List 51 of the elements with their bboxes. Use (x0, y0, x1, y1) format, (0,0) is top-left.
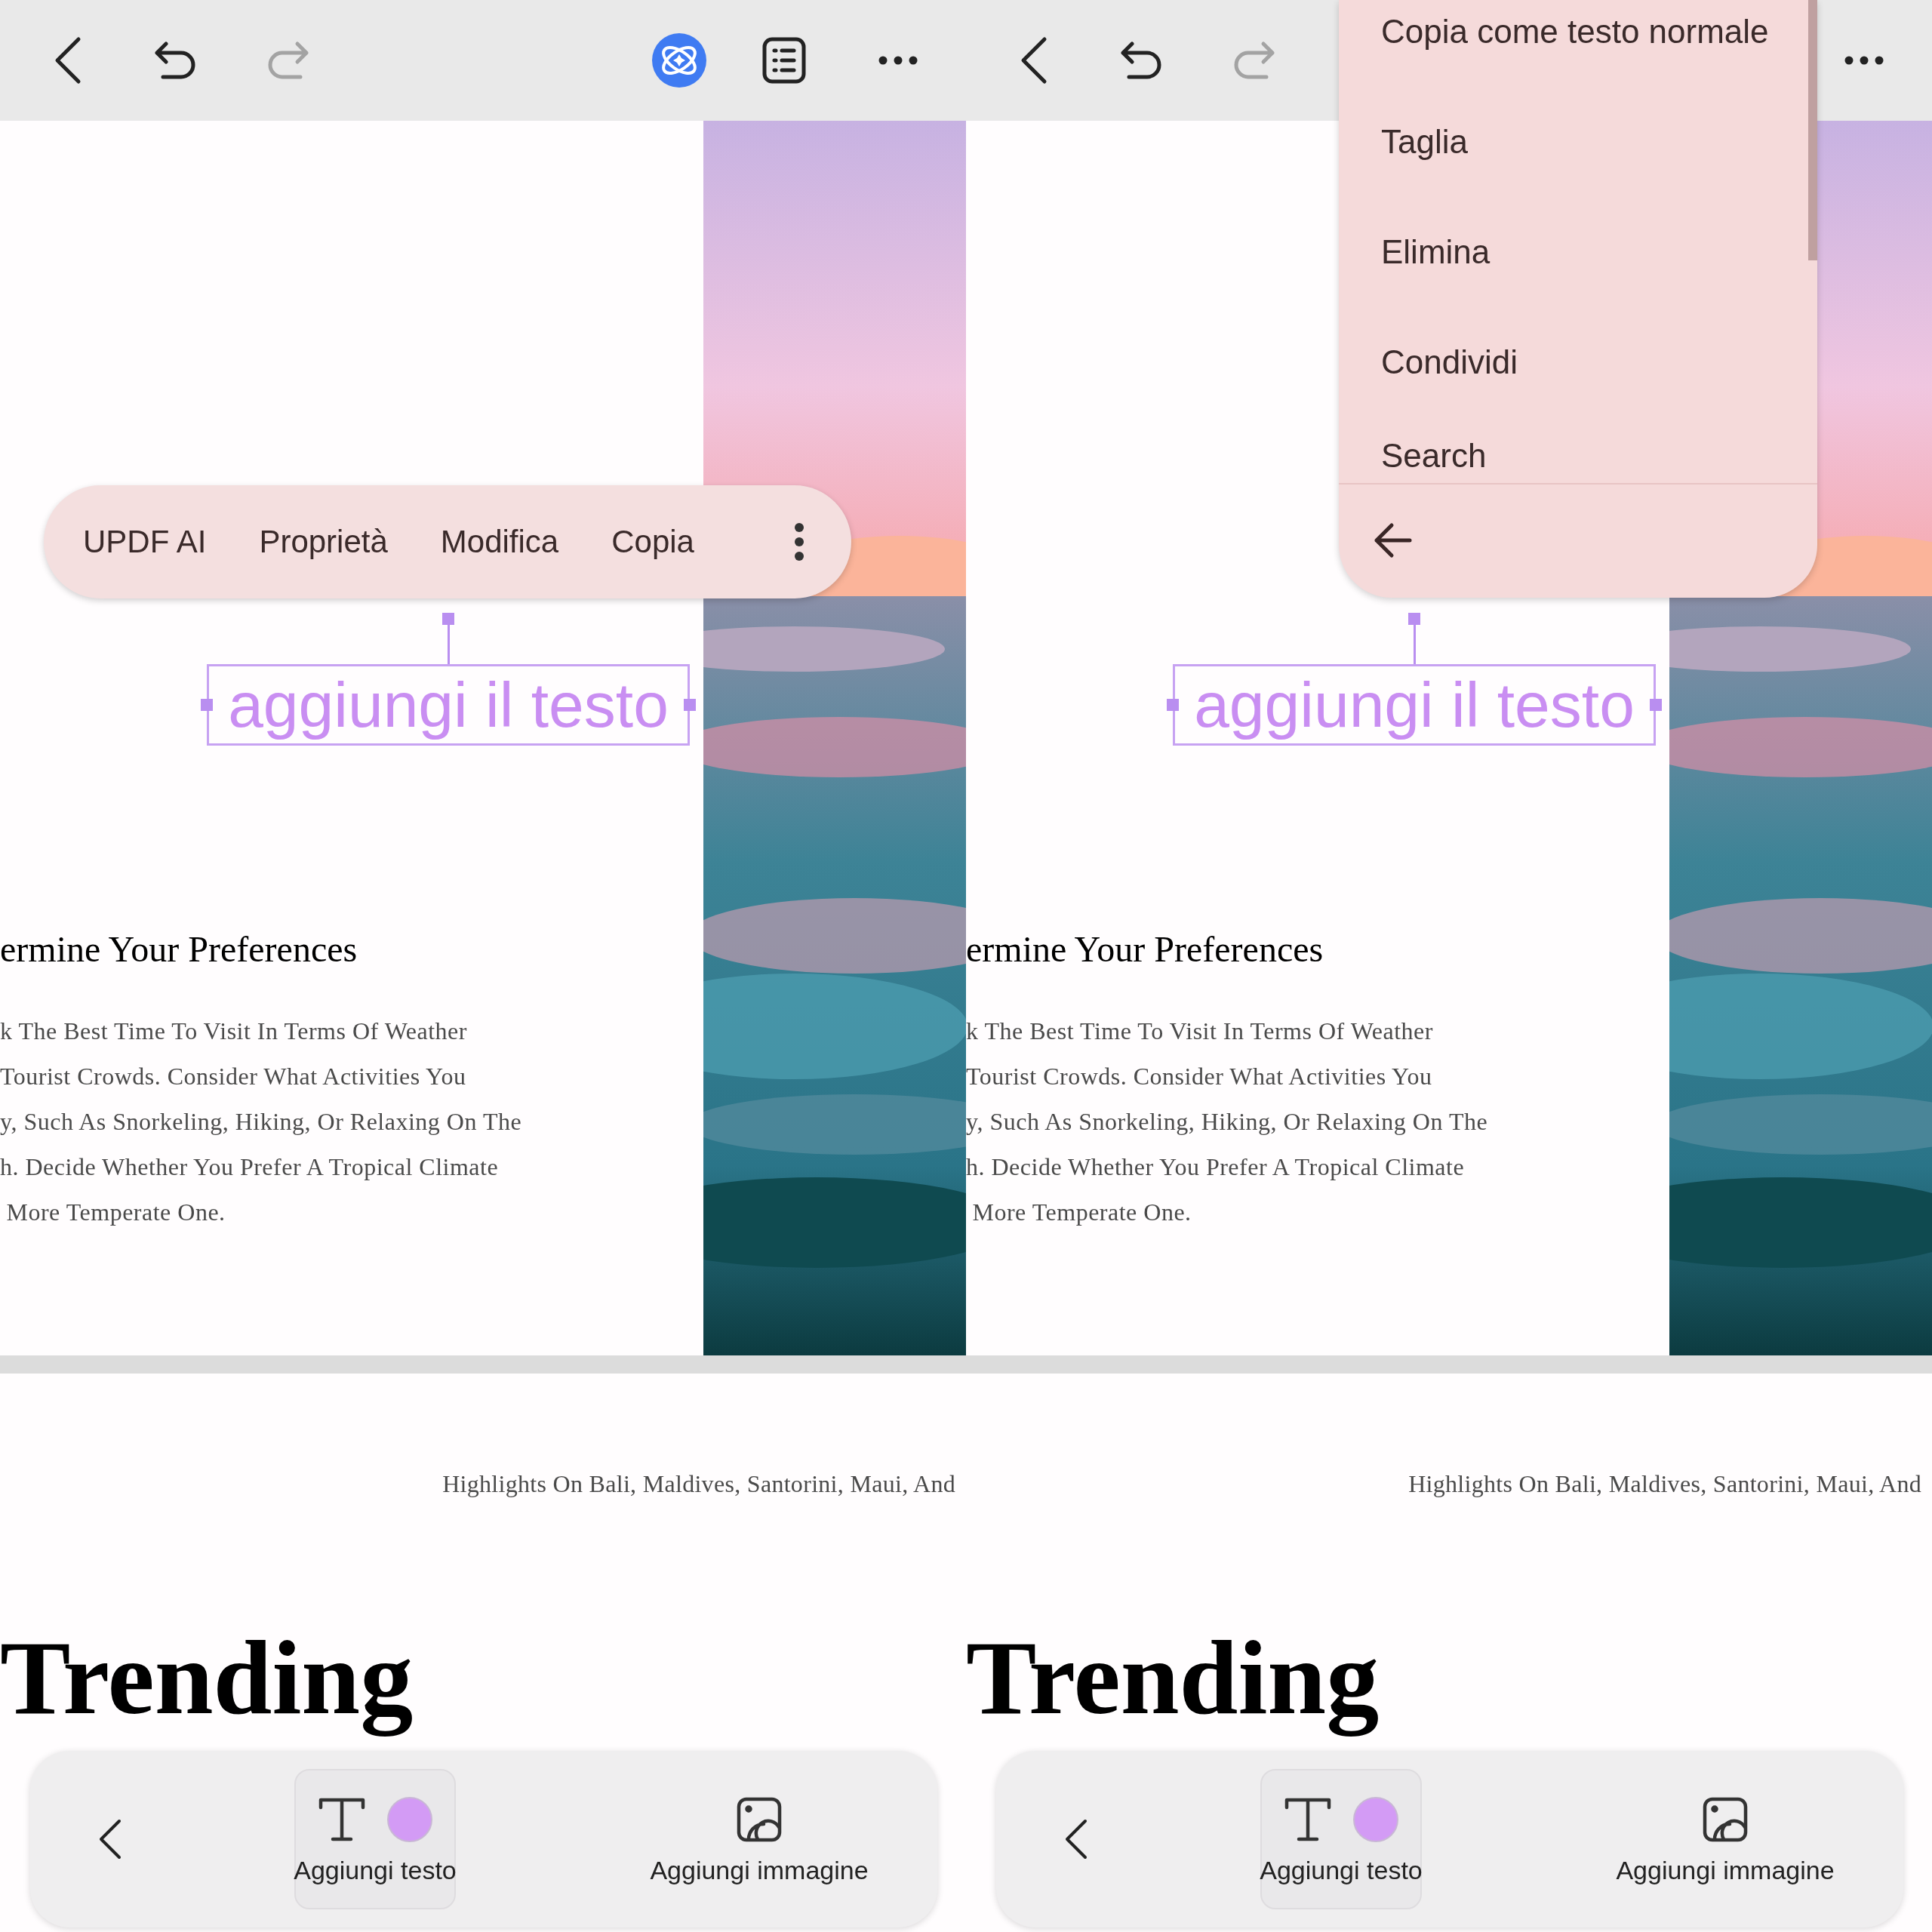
back-icon[interactable] (98, 1818, 122, 1860)
page-title: Trending (966, 1618, 1380, 1738)
heading: ermine Your Preferences (0, 928, 358, 971)
menu-item[interactable]: Copia come testo normale (1381, 9, 1769, 119)
add-image-button[interactable]: Aggiungi immagine (1612, 1769, 1838, 1909)
image-icon (737, 1797, 782, 1842)
resize-handle[interactable] (1650, 699, 1662, 711)
toolbar-button[interactable]: Proprietà (259, 523, 388, 561)
menu-item[interactable]: Taglia (1381, 119, 1468, 229)
body-text-line: Tourist Crowds. Consider What Activities You (0, 1062, 467, 1091)
ai-icon[interactable] (651, 32, 708, 89)
more-icon[interactable] (794, 522, 804, 561)
list-icon[interactable] (762, 37, 806, 84)
body-text-line: k The Best Time To Visit In Terms Of Weather (966, 1017, 1434, 1046)
body-text-line: h. Decide Whether You Prefer A Tropical Climate (966, 1152, 1466, 1182)
menu-item[interactable]: Elimina (1381, 229, 1491, 340)
back-arrow-icon[interactable] (1374, 522, 1413, 558)
undo-icon[interactable] (154, 41, 196, 80)
page-title: Trending (0, 1618, 414, 1738)
body-text-line: y, Such As Snorkeling, Hiking, Or Relaxing On The (0, 1107, 523, 1137)
add-text-button[interactable]: Aggiungi testo (294, 1769, 456, 1909)
body-text-line: h. Decide Whether You Prefer A Tropical Climate (0, 1152, 500, 1182)
body-text-line: More Temperate One. (971, 1198, 1192, 1227)
resize-handle[interactable] (442, 613, 454, 625)
more-icon[interactable] (1844, 56, 1884, 65)
heading: ermine Your Preferences (966, 928, 1324, 971)
text-icon (1284, 1797, 1332, 1842)
menu-item[interactable]: Search (1381, 433, 1487, 471)
toolbar-button[interactable]: UPDF AI (83, 523, 207, 561)
text-icon (318, 1797, 366, 1842)
toolbar-button[interactable]: Copia (611, 523, 694, 561)
caption-text: Highlights On Bali, Maldives, Santorini, Maui, And (442, 1469, 955, 1499)
resize-handle[interactable] (1408, 613, 1420, 625)
body-text-line: More Temperate One. (5, 1198, 226, 1227)
resize-handle[interactable] (1167, 699, 1179, 711)
caption-text: Highlights On Bali, Maldives, Santorini, Maui, And (1408, 1469, 1921, 1499)
resize-handle[interactable] (201, 699, 213, 711)
more-icon[interactable] (878, 56, 918, 65)
body-text-line: k The Best Time To Visit In Terms Of Weather (0, 1017, 468, 1046)
color-swatch[interactable] (387, 1797, 432, 1842)
back-icon[interactable] (1064, 1818, 1088, 1860)
color-swatch[interactable] (1353, 1797, 1398, 1842)
undo-icon[interactable] (1120, 41, 1162, 80)
add-text-button[interactable]: Aggiungi testo (1260, 1769, 1422, 1909)
body-text-line: y, Such As Snorkeling, Hiking, Or Relaxing On The (966, 1107, 1489, 1137)
toolbar-button[interactable]: Modifica (440, 523, 559, 561)
body-text-line: Tourist Crowds. Consider What Activities You (966, 1062, 1433, 1091)
scrollbar[interactable] (1808, 0, 1817, 260)
resize-handle[interactable] (684, 699, 696, 711)
image-icon (1703, 1797, 1748, 1842)
add-image-button[interactable]: Aggiungi immagine (646, 1769, 872, 1909)
